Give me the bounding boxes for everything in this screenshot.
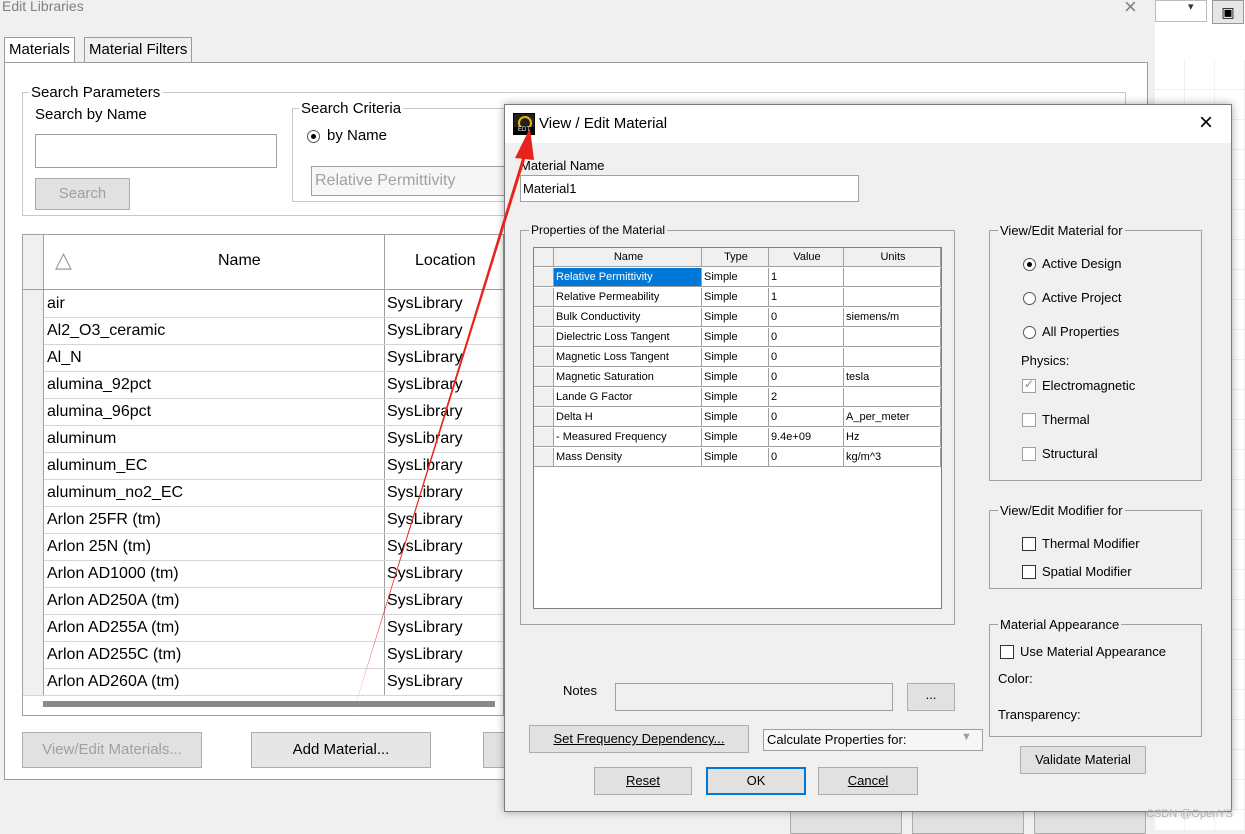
- watermark: CSDN @OpenYS: [1146, 808, 1233, 820]
- annotation-arrow: [352, 128, 534, 716]
- arrow-head-icon: [515, 128, 534, 160]
- tab-materials[interactable]: Materials: [4, 37, 75, 62]
- arrow-shaft: [352, 152, 527, 716]
